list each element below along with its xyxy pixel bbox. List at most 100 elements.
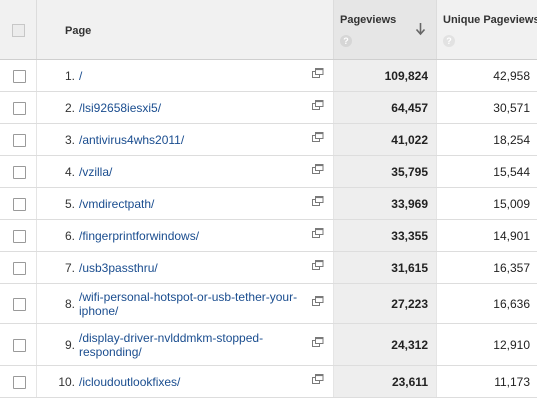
pageviews-cell: 27,223 — [333, 283, 437, 324]
unique-pageviews-cell: 11,173 — [436, 365, 537, 398]
help-icon[interactable]: ? — [443, 35, 455, 47]
row-rank: 5. — [64, 196, 75, 211]
page-cell: 8. /wifi-personal-hotspot-or-usb-tether-y… — [36, 283, 334, 324]
unique-pageviews-cell: 16,636 — [436, 283, 537, 324]
open-in-new-window-icon[interactable] — [312, 67, 324, 79]
row-rank: 8. — [64, 296, 75, 311]
row-rank: 6. — [64, 228, 75, 243]
open-in-new-window-icon[interactable] — [312, 259, 324, 271]
open-in-new-window-icon[interactable] — [312, 295, 324, 307]
page-link[interactable]: /icloudoutlookfixes/ — [79, 373, 299, 391]
page-link[interactable]: /display-driver-nvlddmkm-stopped-respond… — [79, 329, 299, 361]
row-select-cell — [0, 187, 37, 220]
page-column-header[interactable]: Page — [36, 0, 334, 60]
open-in-new-window-icon[interactable] — [312, 99, 324, 111]
row-rank: 1. — [64, 68, 75, 83]
pageviews-cell: 33,969 — [333, 187, 437, 220]
row-select-cell — [0, 155, 37, 188]
pageviews-cell: 31,615 — [333, 251, 437, 284]
unique-pageviews-cell: 30,571 — [436, 91, 537, 124]
open-in-new-window-icon[interactable] — [312, 195, 324, 207]
row-checkbox[interactable] — [13, 197, 26, 211]
table-row: 2. /lsi92658iesxi5/64,457 30,571 — [0, 91, 537, 124]
select-all-header — [0, 0, 37, 60]
row-select-cell — [0, 251, 37, 284]
table-header-row: Page Pageviews ? Unique Pageviews ? — [0, 0, 537, 60]
page-cell: 7. /usb3passthru/ — [36, 251, 334, 284]
page-cell: 1. / — [36, 59, 334, 92]
table-row: 7. /usb3passthru/31,615 16,357 — [0, 251, 537, 284]
pageviews-column-header[interactable]: Pageviews ? — [333, 0, 437, 60]
table-row: 1. / 109,824 42,958 — [0, 59, 537, 92]
unique-pageviews-cell: 18,254 — [436, 123, 537, 156]
row-checkbox[interactable] — [13, 101, 26, 115]
page-cell: 2. /lsi92658iesxi5/ — [36, 91, 334, 124]
row-select-cell — [0, 123, 37, 156]
row-rank: 3. — [64, 132, 75, 147]
table-row: 9. /display-driver-nvlddmkm-stopped-respo… — [0, 323, 537, 366]
select-all-checkbox[interactable] — [12, 24, 25, 37]
open-in-new-window-icon[interactable] — [312, 373, 324, 385]
top-pages-table: Page Pageviews ? Unique Pageviews ? 1./1… — [0, 0, 537, 398]
table-row: 4. /vzilla/35,795 15,544 — [0, 155, 537, 188]
row-select-cell — [0, 219, 37, 252]
row-select-cell — [0, 323, 37, 366]
arrow-down-icon[interactable] — [415, 22, 426, 36]
unique-pageviews-cell: 14,901 — [436, 219, 537, 252]
page-cell: 3. /antivirus4whs2011/ — [36, 123, 334, 156]
table-row: 10. /icloudoutlookfixes/23,611 11,173 — [0, 365, 537, 398]
open-in-new-window-icon[interactable] — [312, 227, 324, 239]
open-in-new-window-icon[interactable] — [312, 163, 324, 175]
table-row: 8. /wifi-personal-hotspot-or-usb-tether-y… — [0, 283, 537, 324]
page-cell: 5. /vmdirectpath/ — [36, 187, 334, 220]
row-rank: 10. — [58, 374, 75, 389]
table-row: 6. /fingerprintforwindows/33,355 14,901 — [0, 219, 537, 252]
pageviews-column-label: Pageviews — [340, 14, 397, 26]
row-select-cell — [0, 283, 37, 324]
row-rank: 4. — [64, 164, 75, 179]
pageviews-cell: 109,824 — [333, 59, 437, 92]
unique-pageviews-cell: 15,009 — [436, 187, 537, 220]
page-cell: 6. /fingerprintforwindows/ — [36, 219, 334, 252]
page-cell: 4. /vzilla/ — [36, 155, 334, 188]
open-in-new-window-icon[interactable] — [312, 336, 324, 348]
row-checkbox[interactable] — [13, 165, 26, 179]
page-cell: 10. /icloudoutlookfixes/ — [36, 365, 334, 398]
page-link[interactable]: /antivirus4whs2011/ — [79, 131, 299, 149]
row-checkbox[interactable] — [13, 375, 26, 389]
row-select-cell — [0, 365, 37, 398]
unique-pageviews-cell: 12,910 — [436, 323, 537, 366]
row-rank: 9. — [64, 337, 75, 352]
table-row: 5. /vmdirectpath/33,969 15,009 — [0, 187, 537, 220]
row-rank: 2. — [64, 100, 75, 115]
unique-pageviews-column-header[interactable]: Unique Pageviews ? — [436, 0, 537, 60]
row-select-cell — [0, 91, 37, 124]
row-checkbox[interactable] — [13, 261, 26, 275]
help-icon[interactable]: ? — [340, 35, 352, 47]
page-cell: 9. /display-driver-nvlddmkm-stopped-respo… — [36, 323, 334, 366]
page-link[interactable]: /vzilla/ — [79, 163, 299, 181]
page-link[interactable]: /usb3passthru/ — [79, 259, 299, 277]
row-checkbox[interactable] — [13, 69, 26, 83]
pageviews-cell: 41,022 — [333, 123, 437, 156]
pageviews-cell: 64,457 — [333, 91, 437, 124]
page-column-label: Page — [65, 25, 92, 37]
page-link[interactable]: /fingerprintforwindows/ — [79, 227, 299, 245]
row-checkbox[interactable] — [13, 229, 26, 243]
row-checkbox[interactable] — [13, 338, 26, 352]
unique-pageviews-cell: 15,544 — [436, 155, 537, 188]
page-link[interactable]: /lsi92658iesxi5/ — [79, 99, 299, 117]
table-row: 3. /antivirus4whs2011/41,022 18,254 — [0, 123, 537, 156]
page-link[interactable]: /vmdirectpath/ — [79, 195, 299, 213]
page-link[interactable]: / — [79, 67, 299, 85]
open-in-new-window-icon[interactable] — [312, 131, 324, 143]
page-link[interactable]: /wifi-personal-hotspot-or-usb-tether-you… — [79, 288, 299, 320]
pageviews-cell: 24,312 — [333, 323, 437, 366]
row-checkbox[interactable] — [13, 297, 26, 311]
pageviews-cell: 33,355 — [333, 219, 437, 252]
unique-pageviews-cell: 42,958 — [436, 59, 537, 92]
unique-pageviews-cell: 16,357 — [436, 251, 537, 284]
row-select-cell — [0, 59, 37, 92]
unique-pageviews-column-label: Unique Pageviews — [443, 14, 537, 26]
row-checkbox[interactable] — [13, 133, 26, 147]
